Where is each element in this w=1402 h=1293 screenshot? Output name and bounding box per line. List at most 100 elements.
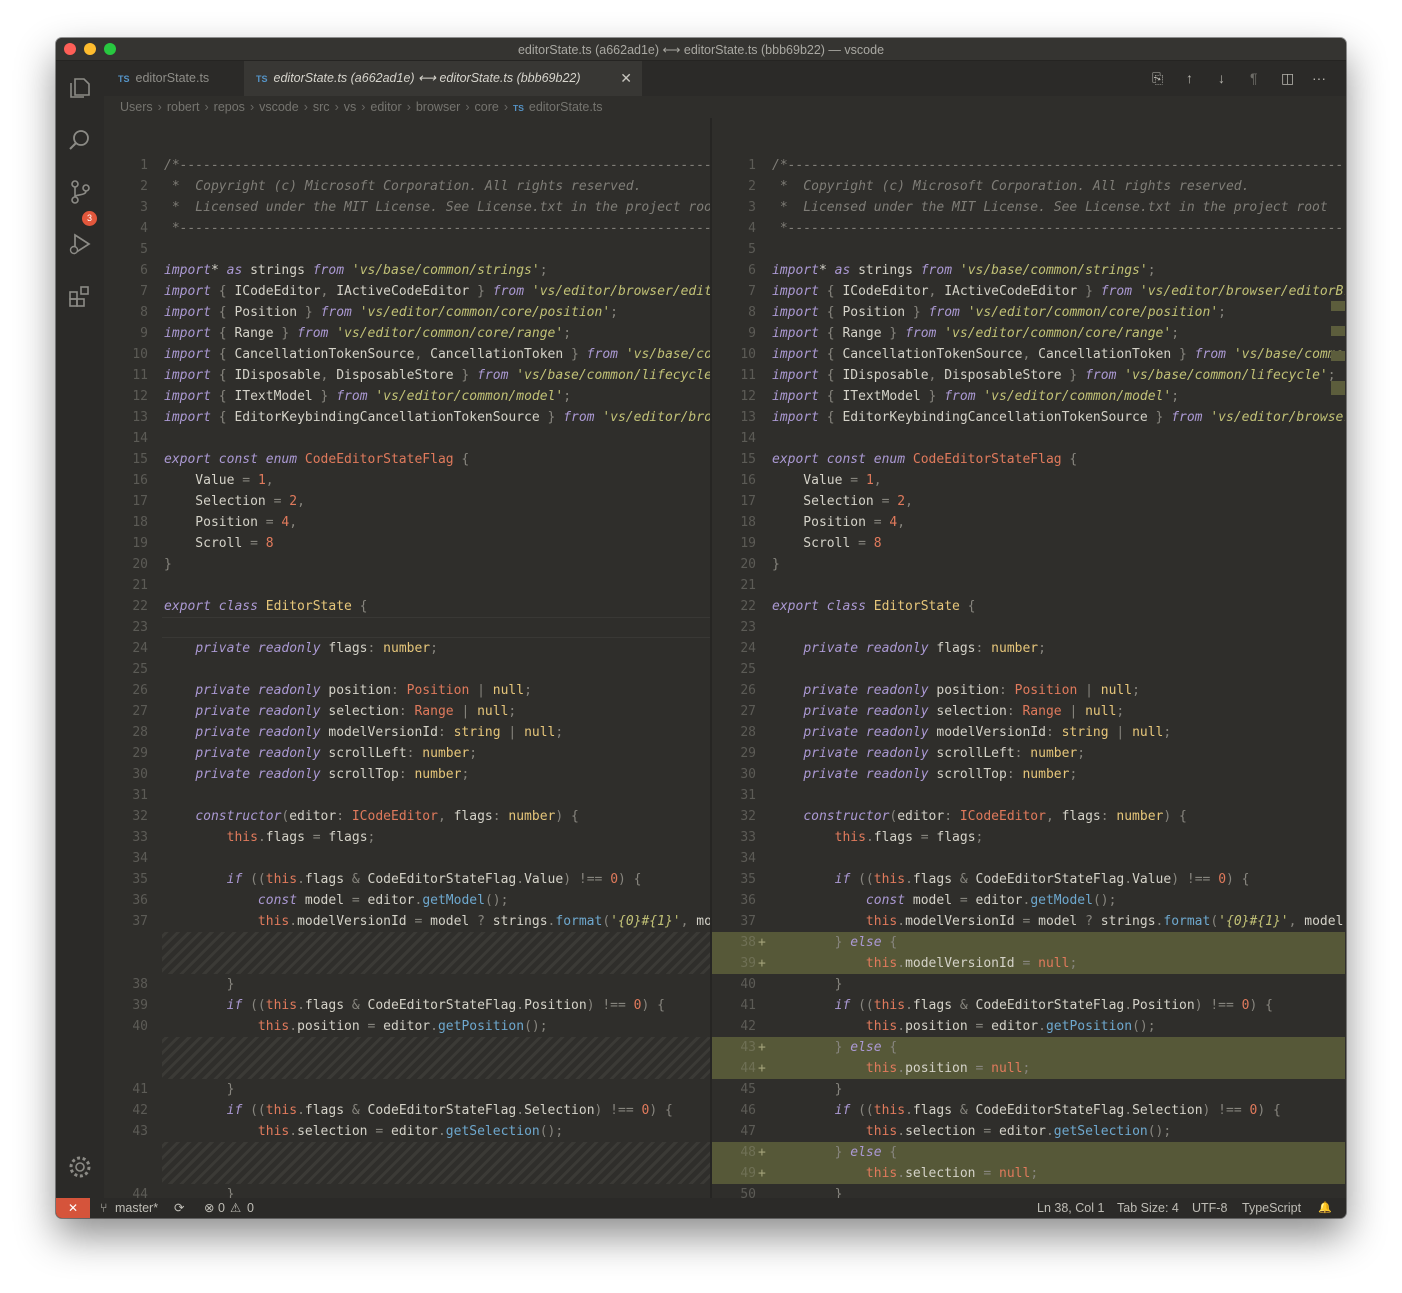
split-editor-icon[interactable]: ◫ xyxy=(1281,61,1294,96)
code-line[interactable]: 44 } xyxy=(104,1184,711,1198)
code-line[interactable]: 23 xyxy=(712,617,1345,638)
extensions-icon[interactable] xyxy=(64,283,96,315)
warnings-count[interactable]: 0 xyxy=(247,1198,254,1218)
code-line[interactable]: 29 private readonly scrollLeft: number; xyxy=(712,743,1345,764)
code-line[interactable]: 24 private readonly flags: number; xyxy=(712,638,1345,659)
code-line[interactable]: 41 if ((this.flags & CodeEditorStateFlag… xyxy=(712,995,1345,1016)
debug-icon[interactable] xyxy=(64,231,96,263)
code-line[interactable]: 31 xyxy=(712,785,1345,806)
code-line[interactable]: 36 const model = editor.getModel(); xyxy=(104,890,711,911)
branch-name[interactable]: master* xyxy=(115,1198,158,1218)
cursor-position[interactable]: Ln 38, Col 1 xyxy=(1037,1198,1104,1218)
code-line[interactable]: 32 constructor(editor: ICodeEditor, flag… xyxy=(104,806,711,827)
added-code-line[interactable]: 39 + this.modelVersionId = null; xyxy=(712,953,1345,974)
code-line[interactable]: 4 *-------------------------------------… xyxy=(104,218,711,239)
code-line[interactable]: 28 private readonly modelVersionId: stri… xyxy=(104,722,711,743)
code-line[interactable]: 37 this.modelVersionId = model ? strings… xyxy=(104,911,711,932)
code-line[interactable]: 27 private readonly selection: Range | n… xyxy=(104,701,711,722)
code-line[interactable]: 46 if ((this.flags & CodeEditorStateFlag… xyxy=(712,1100,1345,1121)
code-line[interactable]: 30 private readonly scrollTop: number; xyxy=(712,764,1345,785)
tab-editorstate[interactable]: TS editorState.ts xyxy=(104,61,256,96)
code-line[interactable]: 22 export class EditorState { xyxy=(712,596,1345,617)
code-line[interactable]: 8 import { Position } from 'vs/editor/com… xyxy=(712,302,1345,323)
next-change-icon[interactable]: ↓ xyxy=(1218,61,1225,96)
code-line[interactable]: 3 * Licensed under the MIT License. See … xyxy=(712,197,1345,218)
code-line[interactable]: 50 } xyxy=(712,1184,1345,1198)
code-line[interactable]: 43 this.selection = editor.getSelection(… xyxy=(104,1121,711,1142)
encoding[interactable]: UTF-8 xyxy=(1192,1198,1227,1218)
code-line[interactable]: 19 Scroll = 8 xyxy=(104,533,711,554)
code-line[interactable]: 25 xyxy=(712,659,1345,680)
code-line[interactable]: 15 export const enum CodeEditorStateFlag … xyxy=(104,449,711,470)
code-line[interactable]: 26 private readonly position: Position |… xyxy=(712,680,1345,701)
breadcrumb-item[interactable]: editor xyxy=(370,100,401,114)
code-line[interactable]: 6 import* as strings from 'vs/base/common… xyxy=(104,260,711,281)
code-line[interactable]: 2 * Copyright (c) Microsoft Corporation.… xyxy=(104,176,711,197)
code-line[interactable]: 35 if ((this.flags & CodeEditorStateFlag… xyxy=(104,869,711,890)
code-line[interactable]: 33 this.flags = flags; xyxy=(104,827,711,848)
code-line[interactable]: 37 this.modelVersionId = model ? strings… xyxy=(712,911,1345,932)
code-line[interactable]: 6 import* as strings from 'vs/base/common… xyxy=(712,260,1345,281)
code-line[interactable]: 4 *-------------------------------------… xyxy=(712,218,1345,239)
code-line[interactable]: 40 } xyxy=(712,974,1345,995)
code-line[interactable]: 20} xyxy=(712,554,1345,575)
code-line[interactable]: 13 import { EditorKeybindingCancellationT… xyxy=(104,407,711,428)
code-line[interactable]: 41 } xyxy=(104,1079,711,1100)
language-mode[interactable]: TypeScript xyxy=(1242,1198,1301,1218)
code-line[interactable]: 3 * Licensed under the MIT License. See … xyxy=(104,197,711,218)
code-line[interactable]: 32 constructor(editor: ICodeEditor, flag… xyxy=(712,806,1345,827)
code-line[interactable]: 22 export class EditorState { xyxy=(104,596,711,617)
code-line[interactable]: 29 private readonly scrollLeft: number; xyxy=(104,743,711,764)
code-line[interactable]: 10 import { CancellationTokenSource, Canc… xyxy=(712,344,1345,365)
breadcrumb-item[interactable]: browser xyxy=(416,100,460,114)
code-line[interactable]: 5 xyxy=(712,239,1345,260)
code-line[interactable]: 5 xyxy=(104,239,711,260)
tab-size[interactable]: Tab Size: 4 xyxy=(1117,1198,1179,1218)
code-line[interactable]: 17 Selection = 2, xyxy=(104,491,711,512)
added-code-line[interactable]: 48 + } else { xyxy=(712,1142,1345,1163)
code-line[interactable]: 21 xyxy=(712,575,1345,596)
code-line[interactable]: 19 Scroll = 8 xyxy=(712,533,1345,554)
files-icon[interactable] xyxy=(64,75,96,107)
search-icon[interactable] xyxy=(64,127,96,159)
tab-diff-editorstate[interactable]: TS editorState.ts (a662ad1e) ⟷ editorStat… xyxy=(244,61,642,96)
code-line[interactable]: 24 private readonly flags: number; xyxy=(104,638,711,659)
more-actions-icon[interactable]: ··· xyxy=(1312,61,1326,96)
code-line[interactable]: 20} xyxy=(104,554,711,575)
code-line[interactable]: 14 xyxy=(104,428,711,449)
code-line[interactable]: 17 Selection = 2, xyxy=(712,491,1345,512)
whitespace-icon[interactable]: ¶ xyxy=(1250,61,1258,96)
code-line[interactable]: 31 xyxy=(104,785,711,806)
breadcrumb-item[interactable]: vs xyxy=(344,100,357,114)
code-line[interactable]: 7 import { ICodeEditor, IActiveCodeEditor… xyxy=(712,281,1345,302)
code-line[interactable]: 15 export const enum CodeEditorStateFlag … xyxy=(712,449,1345,470)
code-line[interactable]: 1 /*-------------------------------------… xyxy=(104,155,711,176)
code-line[interactable]: 14 xyxy=(712,428,1345,449)
notifications-bell-icon[interactable]: 🔔 xyxy=(1318,1198,1332,1218)
code-line[interactable]: 28 private readonly modelVersionId: stri… xyxy=(712,722,1345,743)
code-line[interactable]: 34 xyxy=(712,848,1345,869)
code-line[interactable]: 2 * Copyright (c) Microsoft Corporation.… xyxy=(712,176,1345,197)
code-line[interactable]: 26 private readonly position: Position |… xyxy=(104,680,711,701)
code-line[interactable]: 40 this.position = editor.getPosition(); xyxy=(104,1016,711,1037)
code-line[interactable]: 25 xyxy=(104,659,711,680)
added-code-line[interactable]: 44 + this.position = null; xyxy=(712,1058,1345,1079)
breadcrumb-item[interactable]: repos xyxy=(214,100,245,114)
breadcrumb-file[interactable]: editorState.ts xyxy=(529,100,603,114)
code-line[interactable]: 1 /*-------------------------------------… xyxy=(712,155,1345,176)
added-code-line[interactable]: 43 + } else { xyxy=(712,1037,1345,1058)
code-line[interactable]: 35 if ((this.flags & CodeEditorStateFlag… xyxy=(712,869,1345,890)
code-line[interactable]: 9 import { Range } from 'vs/editor/common… xyxy=(712,323,1345,344)
added-code-line[interactable]: 38 + } else { xyxy=(712,932,1345,953)
code-line[interactable]: 18 Position = 4, xyxy=(104,512,711,533)
code-line[interactable]: 16 Value = 1, xyxy=(712,470,1345,491)
breadcrumb-item[interactable]: Users xyxy=(120,100,153,114)
code-line[interactable]: 30 private readonly scrollTop: number; xyxy=(104,764,711,785)
original-pane[interactable]: 1 /*-------------------------------------… xyxy=(104,118,711,1198)
code-line[interactable]: 42 this.position = editor.getPosition(); xyxy=(712,1016,1345,1037)
code-line[interactable]: 13 import { EditorKeybindingCancellationT… xyxy=(712,407,1345,428)
modified-pane[interactable]: 1 /*-------------------------------------… xyxy=(712,118,1345,1198)
breadcrumb-item[interactable]: robert xyxy=(167,100,200,114)
errors-count[interactable]: 0 xyxy=(218,1198,225,1218)
diff-editor[interactable]: 1 /*-------------------------------------… xyxy=(104,118,1346,1198)
